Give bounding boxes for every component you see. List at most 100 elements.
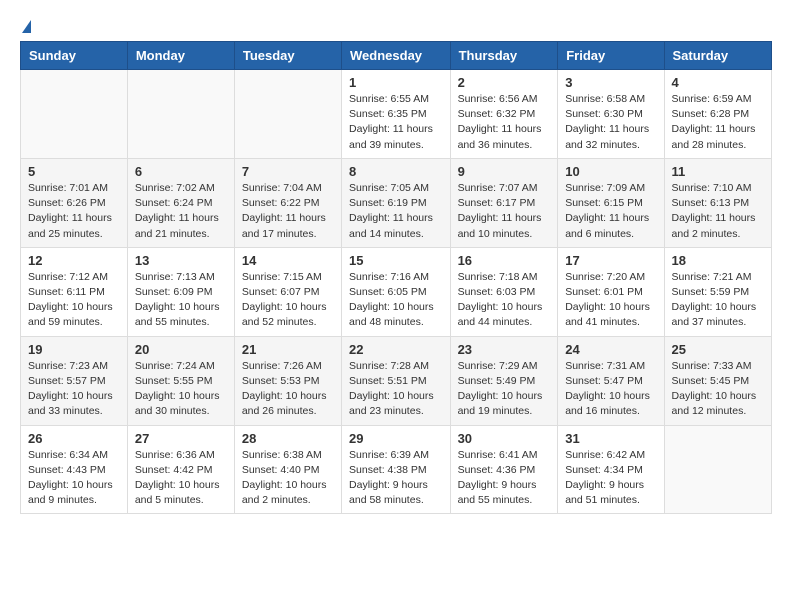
day-info: Sunrise: 7:02 AM Sunset: 6:24 PM Dayligh… bbox=[135, 181, 227, 242]
calendar-cell: 11 Sunrise: 7:10 AM Sunset: 6:13 PM Dayli… bbox=[664, 158, 771, 247]
calendar-cell: 10Sunrise: 7:09 AM Sunset: 6:15 PM Dayli… bbox=[558, 158, 664, 247]
calendar-cell: 4Sunrise: 6:59 AM Sunset: 6:28 PM Daylig… bbox=[664, 70, 771, 159]
day-number: 12 bbox=[28, 253, 120, 268]
weekday-header-thursday: Thursday bbox=[450, 42, 558, 70]
day-info: Sunrise: 6:38 AM Sunset: 4:40 PM Dayligh… bbox=[242, 448, 334, 509]
calendar-cell: 31 Sunrise: 6:42 AM Sunset: 4:34 PM Dayli… bbox=[558, 425, 664, 514]
weekday-header-tuesday: Tuesday bbox=[234, 42, 341, 70]
day-number: 25 bbox=[672, 342, 764, 357]
calendar-cell: 26 Sunrise: 6:34 AM Sunset: 4:43 PM Dayli… bbox=[21, 425, 128, 514]
day-info: Sunrise: 7:13 AM Sunset: 6:09 PM Dayligh… bbox=[135, 270, 227, 331]
day-number: 19 bbox=[28, 342, 120, 357]
calendar-cell: 8 Sunrise: 7:05 AM Sunset: 6:19 PM Daylig… bbox=[342, 158, 451, 247]
day-number: 18 bbox=[672, 253, 764, 268]
day-number: 1 bbox=[349, 75, 443, 90]
day-info: Sunrise: 6:39 AM Sunset: 4:38 PM Dayligh… bbox=[349, 448, 443, 509]
day-info: Sunrise: 7:26 AM Sunset: 5:53 PM Dayligh… bbox=[242, 359, 334, 420]
calendar-cell: 18Sunrise: 7:21 AM Sunset: 5:59 PM Dayli… bbox=[664, 247, 771, 336]
calendar-cell: 19 Sunrise: 7:23 AM Sunset: 5:57 PM Dayli… bbox=[21, 336, 128, 425]
weekday-header-wednesday: Wednesday bbox=[342, 42, 451, 70]
day-number: 13 bbox=[135, 253, 227, 268]
calendar-cell: 7Sunrise: 7:04 AM Sunset: 6:22 PM Daylig… bbox=[234, 158, 341, 247]
day-number: 9 bbox=[458, 164, 551, 179]
day-number: 10 bbox=[565, 164, 656, 179]
calendar-cell: 15 Sunrise: 7:16 AM Sunset: 6:05 PM Dayli… bbox=[342, 247, 451, 336]
calendar-cell: 21 Sunrise: 7:26 AM Sunset: 5:53 PM Dayli… bbox=[234, 336, 341, 425]
weekday-header-saturday: Saturday bbox=[664, 42, 771, 70]
day-info: Sunrise: 7:01 AM Sunset: 6:26 PM Dayligh… bbox=[28, 181, 120, 242]
day-number: 15 bbox=[349, 253, 443, 268]
day-info: Sunrise: 6:59 AM Sunset: 6:28 PM Dayligh… bbox=[672, 92, 764, 153]
calendar-cell bbox=[664, 425, 771, 514]
logo-triangle-icon bbox=[22, 20, 31, 33]
weekday-header-sunday: Sunday bbox=[21, 42, 128, 70]
day-number: 20 bbox=[135, 342, 227, 357]
day-info: Sunrise: 7:15 AM Sunset: 6:07 PM Dayligh… bbox=[242, 270, 334, 331]
weekday-header-row: SundayMondayTuesdayWednesdayThursdayFrid… bbox=[21, 42, 772, 70]
weekday-header-monday: Monday bbox=[127, 42, 234, 70]
day-number: 23 bbox=[458, 342, 551, 357]
day-number: 11 bbox=[672, 164, 764, 179]
day-info: Sunrise: 6:34 AM Sunset: 4:43 PM Dayligh… bbox=[28, 448, 120, 509]
day-info: Sunrise: 7:23 AM Sunset: 5:57 PM Dayligh… bbox=[28, 359, 120, 420]
calendar-cell: 5 Sunrise: 7:01 AM Sunset: 6:26 PM Daylig… bbox=[21, 158, 128, 247]
calendar-cell: 22 Sunrise: 7:28 AM Sunset: 5:51 PM Dayli… bbox=[342, 336, 451, 425]
calendar-cell: 16 Sunrise: 7:18 AM Sunset: 6:03 PM Dayli… bbox=[450, 247, 558, 336]
day-number: 7 bbox=[242, 164, 334, 179]
calendar-cell: 13 Sunrise: 7:13 AM Sunset: 6:09 PM Dayli… bbox=[127, 247, 234, 336]
calendar-week-row: 1 Sunrise: 6:55 AM Sunset: 6:35 PM Daylig… bbox=[21, 70, 772, 159]
day-info: Sunrise: 6:42 AM Sunset: 4:34 PM Dayligh… bbox=[565, 448, 656, 509]
calendar-cell bbox=[234, 70, 341, 159]
day-info: Sunrise: 6:41 AM Sunset: 4:36 PM Dayligh… bbox=[458, 448, 551, 509]
day-number: 30 bbox=[458, 431, 551, 446]
day-number: 21 bbox=[242, 342, 334, 357]
day-info: Sunrise: 7:10 AM Sunset: 6:13 PM Dayligh… bbox=[672, 181, 764, 242]
calendar-cell: 1 Sunrise: 6:55 AM Sunset: 6:35 PM Daylig… bbox=[342, 70, 451, 159]
calendar-week-row: 26 Sunrise: 6:34 AM Sunset: 4:43 PM Dayli… bbox=[21, 425, 772, 514]
calendar-cell: 17 Sunrise: 7:20 AM Sunset: 6:01 PM Dayli… bbox=[558, 247, 664, 336]
day-info: Sunrise: 6:56 AM Sunset: 6:32 PM Dayligh… bbox=[458, 92, 551, 153]
day-info: Sunrise: 6:58 AM Sunset: 6:30 PM Dayligh… bbox=[565, 92, 656, 153]
calendar-cell: 30 Sunrise: 6:41 AM Sunset: 4:36 PM Dayli… bbox=[450, 425, 558, 514]
day-number: 17 bbox=[565, 253, 656, 268]
calendar-cell: 29 Sunrise: 6:39 AM Sunset: 4:38 PM Dayli… bbox=[342, 425, 451, 514]
day-number: 27 bbox=[135, 431, 227, 446]
day-info: Sunrise: 7:07 AM Sunset: 6:17 PM Dayligh… bbox=[458, 181, 551, 242]
day-number: 28 bbox=[242, 431, 334, 446]
day-info: Sunrise: 7:16 AM Sunset: 6:05 PM Dayligh… bbox=[349, 270, 443, 331]
day-info: Sunrise: 7:33 AM Sunset: 5:45 PM Dayligh… bbox=[672, 359, 764, 420]
day-info: Sunrise: 7:05 AM Sunset: 6:19 PM Dayligh… bbox=[349, 181, 443, 242]
day-number: 26 bbox=[28, 431, 120, 446]
page-header bbox=[20, 20, 772, 31]
day-number: 2 bbox=[458, 75, 551, 90]
logo bbox=[20, 20, 31, 31]
calendar-cell: 6 Sunrise: 7:02 AM Sunset: 6:24 PM Daylig… bbox=[127, 158, 234, 247]
calendar-cell: 14 Sunrise: 7:15 AM Sunset: 6:07 PM Dayli… bbox=[234, 247, 341, 336]
day-number: 29 bbox=[349, 431, 443, 446]
day-number: 22 bbox=[349, 342, 443, 357]
day-info: Sunrise: 7:18 AM Sunset: 6:03 PM Dayligh… bbox=[458, 270, 551, 331]
day-info: Sunrise: 7:20 AM Sunset: 6:01 PM Dayligh… bbox=[565, 270, 656, 331]
day-number: 14 bbox=[242, 253, 334, 268]
day-info: Sunrise: 6:55 AM Sunset: 6:35 PM Dayligh… bbox=[349, 92, 443, 153]
calendar-week-row: 12 Sunrise: 7:12 AM Sunset: 6:11 PM Dayli… bbox=[21, 247, 772, 336]
day-info: Sunrise: 7:28 AM Sunset: 5:51 PM Dayligh… bbox=[349, 359, 443, 420]
calendar-cell bbox=[127, 70, 234, 159]
calendar-cell: 25 Sunrise: 7:33 AM Sunset: 5:45 PM Dayli… bbox=[664, 336, 771, 425]
calendar-cell: 27Sunrise: 6:36 AM Sunset: 4:42 PM Dayli… bbox=[127, 425, 234, 514]
day-number: 16 bbox=[458, 253, 551, 268]
calendar-cell: 3Sunrise: 6:58 AM Sunset: 6:30 PM Daylig… bbox=[558, 70, 664, 159]
day-info: Sunrise: 7:31 AM Sunset: 5:47 PM Dayligh… bbox=[565, 359, 656, 420]
calendar-cell: 9 Sunrise: 7:07 AM Sunset: 6:17 PM Daylig… bbox=[450, 158, 558, 247]
day-number: 6 bbox=[135, 164, 227, 179]
calendar-cell: 20 Sunrise: 7:24 AM Sunset: 5:55 PM Dayli… bbox=[127, 336, 234, 425]
calendar-cell: 24Sunrise: 7:31 AM Sunset: 5:47 PM Dayli… bbox=[558, 336, 664, 425]
day-number: 5 bbox=[28, 164, 120, 179]
calendar-cell bbox=[21, 70, 128, 159]
day-info: Sunrise: 7:24 AM Sunset: 5:55 PM Dayligh… bbox=[135, 359, 227, 420]
day-info: Sunrise: 7:12 AM Sunset: 6:11 PM Dayligh… bbox=[28, 270, 120, 331]
day-number: 31 bbox=[565, 431, 656, 446]
calendar-table: SundayMondayTuesdayWednesdayThursdayFrid… bbox=[20, 41, 772, 514]
calendar-cell: 23Sunrise: 7:29 AM Sunset: 5:49 PM Dayli… bbox=[450, 336, 558, 425]
day-number: 8 bbox=[349, 164, 443, 179]
